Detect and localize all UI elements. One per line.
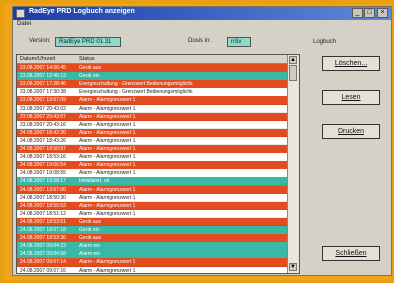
row-datetime: 24.08.2007 18:50:53 <box>20 202 66 209</box>
row-status: Alarm - Alarmgrenzwert 1 <box>79 146 136 152</box>
row-datetime: 24.08.2007 19:06:54 <box>20 162 66 169</box>
row-status: Energieschaltung - Grenzwert Bedienungsm… <box>79 89 193 96</box>
table-header: Datum/Uhrzeit Status <box>17 55 287 64</box>
row-datetime: 24.08.2007 09:04:23 <box>20 243 66 250</box>
window-title: RadEye PRD Logbuch anzeigen <box>29 8 135 15</box>
table-row[interactable]: 24.08.2007 09:07:16 Alarm - Alarmgrenzwer… <box>17 266 287 274</box>
row-status: Energieschaltung - Grenzwert Bedienungsm… <box>79 81 193 88</box>
row-datetime: 23.08.2007 20:43:02 <box>20 105 66 112</box>
row-status: Initialisiert, ok <box>79 178 110 185</box>
row-status: Alarm - Alarmgrenzwert 1 <box>79 267 136 274</box>
app-icon <box>16 9 25 18</box>
scroll-up-icon[interactable]: ▲ <box>289 56 297 64</box>
row-datetime: 24.08.2007 18:53:16 <box>20 154 66 161</box>
row-datetime: 24.08.2007 18:43:26 <box>20 137 66 144</box>
row-datetime: 24.08.2007 18:42:20 <box>20 129 66 136</box>
scroll-thumb[interactable] <box>289 65 297 81</box>
dose-label: Dosis in: <box>188 38 212 44</box>
menu-file[interactable]: Datei <box>17 21 31 27</box>
row-status: Alarm ein <box>79 243 101 250</box>
row-datetime: 24.08.2007 19:08:55 <box>20 170 66 177</box>
row-status: Gerät ein <box>79 73 100 80</box>
row-status: Gerät aus <box>79 218 101 225</box>
row-status: Alarm - Alarmgrenzwert 1 <box>79 210 136 217</box>
row-datetime: 24.08.2007 13:57:00 <box>20 186 66 193</box>
row-status: Alarm - Alarmgrenzwert 1 <box>79 170 136 177</box>
row-status: Gerät ein <box>79 227 100 233</box>
logbook-label: Logbuch <box>313 39 337 45</box>
row-status: Alarm - Alarmgrenzwert 1 <box>79 97 136 104</box>
row-datetime: 24.08.2007 18:57:18 <box>20 227 66 233</box>
row-datetime: 23.08.2007 12:46:13 <box>20 73 66 80</box>
photo-frame: RadEye PRD Logbuch anzeigen _ □ × Datei … <box>4 4 392 280</box>
row-datetime: 23.08.2007 20:43:16 <box>20 121 66 128</box>
row-status: Alarm - Alarmgrenzwert 1 <box>79 121 136 128</box>
row-datetime: 24.08.2007 09:07:14 <box>20 259 66 266</box>
row-datetime: 23.08.2007 17:30:38 <box>20 89 66 96</box>
row-status: Alarm - Alarmgrenzwert 1 <box>79 259 136 266</box>
close-icon[interactable]: × <box>377 8 388 18</box>
minimize-icon[interactable]: _ <box>352 8 363 18</box>
row-datetime: 23.08.2007 14:06:45 <box>20 65 66 71</box>
row-datetime: 24.08.2007 09:04:58 <box>20 251 66 258</box>
dose-unit-field: nSv <box>227 37 251 47</box>
row-status: Alarm - Alarmgrenzwert 1 <box>79 194 136 201</box>
row-status: Alarm - Alarmgrenzwert 1 <box>79 202 136 209</box>
version-field: RadEye PRD 01.31 <box>55 37 121 47</box>
print-button[interactable]: Drucken <box>322 124 380 139</box>
row-status: Alarm - Alarmgrenzwert 1 <box>79 186 136 193</box>
row-status: Alarm - Alarmgrenzwert 1 <box>79 154 136 161</box>
menu-bar: Datei <box>13 20 391 31</box>
row-datetime: 24.08.2007 18:50:30 <box>20 194 66 201</box>
logbook-window: RadEye PRD Logbuch anzeigen _ □ × Datei … <box>12 6 392 276</box>
row-status: Alarm - Alarmgrenzwert 1 <box>79 129 136 136</box>
row-status: Alarm ein <box>79 251 101 258</box>
row-datetime: 24.08.2007 18:53:51 <box>20 218 66 225</box>
row-status: Alarm - Alarmgrenzwert 1 <box>79 113 136 120</box>
logbook-table[interactable]: Datum/Uhrzeit Status 23.08.2007 14:06:45… <box>16 54 300 274</box>
delete-button[interactable]: Löschen... <box>322 56 380 71</box>
version-label: Version: <box>29 38 51 44</box>
row-datetime: 24.08.2007 19:58:17 <box>20 178 66 185</box>
row-status: Alarm - Alarmgrenzwert 1 <box>79 137 136 144</box>
row-datetime: 23.08.2007 17:28:46 <box>20 81 66 88</box>
column-header-datetime[interactable]: Datum/Uhrzeit <box>20 56 55 62</box>
row-datetime: 24.08.2007 18:51:12 <box>20 210 66 217</box>
vertical-scrollbar[interactable]: ▲ ▼ <box>287 55 299 273</box>
row-datetime: 24.08.2007 18:50:57 <box>20 146 66 152</box>
row-datetime: 24.08.2007 18:53:36 <box>20 235 66 242</box>
row-datetime: 23.08.2007 19:57:09 <box>20 97 66 104</box>
row-status: Alarm - Alarmgrenzwert 1 <box>79 105 136 112</box>
row-status: Gerät aus <box>79 235 101 242</box>
column-header-status[interactable]: Status <box>79 56 95 62</box>
maximize-icon[interactable]: □ <box>364 8 375 18</box>
title-bar[interactable]: RadEye PRD Logbuch anzeigen _ □ × <box>13 7 391 20</box>
row-status: Alarm - Alarmgrenzwert 1 <box>79 162 136 169</box>
row-datetime: 24.08.2007 09:07:16 <box>20 267 66 274</box>
row-datetime: 23.08.2007 20:43:07 <box>20 113 66 120</box>
read-button[interactable]: Lesen <box>322 90 380 105</box>
row-status: Gerät aus <box>79 65 101 71</box>
scroll-down-icon[interactable]: ▼ <box>289 263 297 271</box>
close-button[interactable]: Schließen <box>322 246 380 261</box>
